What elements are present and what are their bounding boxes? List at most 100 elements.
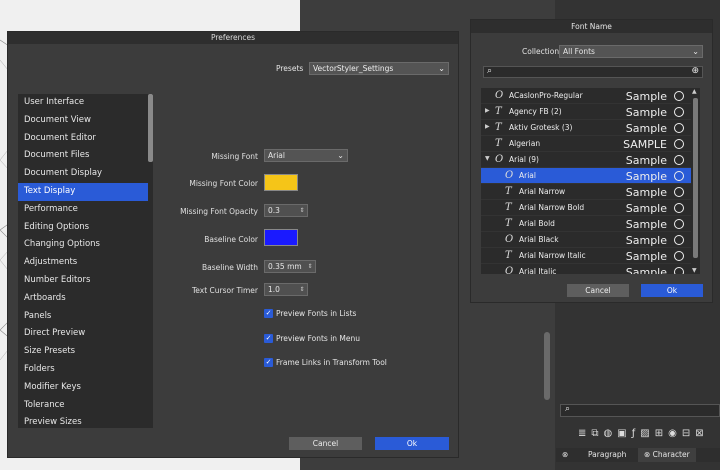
preferences-title: Preferences [8, 32, 458, 44]
radio-icon[interactable] [674, 203, 684, 213]
expand-icon[interactable]: ▶ [485, 107, 490, 114]
font-row[interactable]: T Arial Bold Sample [481, 216, 691, 232]
category-item[interactable]: Changing Options [18, 236, 148, 254]
radio-icon[interactable] [674, 219, 684, 229]
radio-icon[interactable] [674, 107, 684, 117]
font-row[interactable]: O ACaslonPro-Regular Sample [481, 88, 691, 104]
category-item[interactable]: Document Display [18, 165, 148, 183]
category-item[interactable]: Adjustments [18, 254, 148, 272]
panel-search-input[interactable]: ⌕ [560, 404, 720, 417]
category-item[interactable]: Artboards [18, 290, 148, 308]
font-type-icon: T [495, 138, 502, 149]
missing-font-select[interactable]: Arial ⌄ [264, 149, 348, 162]
camera-icon[interactable]: ◉ [668, 428, 677, 439]
font-type-icon: T [505, 218, 512, 229]
category-item[interactable]: Document View [18, 112, 148, 130]
radio-icon[interactable] [674, 123, 684, 133]
category-item[interactable]: Modifier Keys [18, 379, 148, 397]
close-icon[interactable]: ⊠ [695, 428, 703, 439]
function-icon[interactable]: ƒ [632, 428, 636, 439]
font-row[interactable]: ▶ T Aktiv Grotesk (3) Sample [481, 120, 691, 136]
preview-fonts-lists-checkbox[interactable]: ✓ Preview Fonts in Lists [264, 309, 356, 318]
radio-icon[interactable] [674, 139, 684, 149]
category-item[interactable]: Preview Sizes [18, 414, 148, 428]
expand-icon[interactable]: ▼ [485, 155, 490, 162]
symbol-icon[interactable]: ◍ [604, 428, 613, 439]
presets-select[interactable]: VectorStyler_Settings ⌄ [309, 62, 449, 75]
radio-icon[interactable] [674, 267, 684, 274]
scroll-up-icon[interactable]: ▲ [692, 88, 697, 95]
missing-font-color-swatch[interactable] [264, 174, 298, 191]
checkmark-icon: ✓ [264, 309, 273, 318]
radio-icon[interactable] [674, 251, 684, 261]
category-item[interactable]: Number Editors [18, 272, 148, 290]
cancel-button[interactable]: Cancel [289, 437, 362, 450]
font-name: Algerian [509, 139, 541, 148]
font-sample: Sample [625, 170, 667, 183]
radio-icon[interactable] [674, 171, 684, 181]
expand-icon[interactable]: ▶ [485, 123, 490, 130]
baseline-color-swatch[interactable] [264, 229, 298, 246]
missing-font-opacity-input[interactable]: 0.3 ⇕ [264, 204, 308, 217]
baseline-width-input[interactable]: 0.35 mm ⇕ [264, 260, 316, 273]
tab-character[interactable]: ⊗ Character [638, 448, 696, 462]
font-list-scrollbar[interactable]: ▲ ▼ [691, 88, 700, 274]
radio-icon[interactable] [674, 155, 684, 165]
font-row[interactable]: ▼ O Arial (9) Sample [481, 152, 691, 168]
collection-select[interactable]: All Fonts ⌄ [559, 45, 703, 58]
text-cursor-timer-input[interactable]: 1.0 ⇕ [264, 283, 308, 296]
radio-icon[interactable] [674, 235, 684, 245]
font-row[interactable]: T Arial Narrow Sample [481, 184, 691, 200]
copy-icon[interactable]: ⧉ [591, 428, 598, 439]
scrollbar-thumb[interactable] [148, 94, 153, 162]
font-type-icon: T [505, 186, 512, 197]
scroll-down-icon[interactable]: ▼ [692, 267, 697, 274]
category-item[interactable]: Editing Options [18, 219, 148, 237]
font-type-icon: O [505, 234, 514, 245]
workspace-scrollbar-thumb[interactable] [544, 332, 550, 400]
font-row[interactable]: T Arial Narrow Italic Sample [481, 248, 691, 264]
preview-fonts-menu-checkbox[interactable]: ✓ Preview Fonts in Menu [264, 334, 360, 343]
category-item[interactable]: Size Presets [18, 343, 148, 361]
font-row[interactable]: O Arial Sample [481, 168, 691, 184]
scrollbar-thumb[interactable] [693, 98, 698, 258]
font-list[interactable]: O ACaslonPro-Regular Sample ▶ T Agency FB (2)… [481, 88, 691, 274]
category-list[interactable]: User Interface Document View Document Edit… [18, 94, 148, 428]
category-item[interactable]: Document Files [18, 147, 148, 165]
category-item[interactable]: User Interface [18, 94, 148, 112]
font-row[interactable]: ▶ T Agency FB (2) Sample [481, 104, 691, 120]
font-search-input[interactable]: ⌕ ⊕ [483, 66, 703, 78]
font-type-icon: O [505, 170, 514, 181]
category-item[interactable]: Text Display [18, 182, 148, 201]
close-tab-icon[interactable]: ⊗ [556, 448, 574, 462]
font-cancel-button[interactable]: Cancel [567, 284, 629, 297]
stack-icon[interactable]: ≣ [578, 428, 586, 439]
frame-links-checkbox[interactable]: ✓ Frame Links in Transform Tool [264, 358, 387, 367]
category-item[interactable]: Performance [18, 201, 148, 219]
category-item[interactable]: Direct Preview [18, 325, 148, 343]
font-row[interactable]: T Arial Narrow Bold Sample [481, 200, 691, 216]
radio-icon[interactable] [674, 187, 684, 197]
stepper-icon[interactable]: ⇕ [298, 206, 306, 215]
category-scrollbar[interactable] [148, 94, 153, 428]
category-item[interactable]: Folders [18, 361, 148, 379]
stepper-icon[interactable]: ⇕ [298, 285, 306, 294]
font-row[interactable]: O Arial Black Sample [481, 232, 691, 248]
image-icon[interactable]: ▨ [640, 428, 649, 439]
font-row[interactable]: O Arial Italic Sample [481, 264, 691, 274]
grid-icon[interactable]: ⊟ [682, 428, 690, 439]
font-name: Arial Bold [519, 219, 555, 228]
zoom-icon[interactable]: ⊕ [691, 66, 699, 76]
stamp-icon[interactable]: ⊞ [655, 428, 663, 439]
font-type-icon: T [495, 122, 502, 133]
category-item[interactable]: Panels [18, 308, 148, 326]
category-item[interactable]: Document Editor [18, 130, 148, 148]
tab-paragraph[interactable]: Paragraph [582, 448, 632, 462]
radio-icon[interactable] [674, 91, 684, 101]
stepper-icon[interactable]: ⇕ [306, 262, 314, 271]
frame-icon[interactable]: ▣ [617, 428, 626, 439]
font-row[interactable]: T Algerian SAMPLE [481, 136, 691, 152]
ok-button[interactable]: Ok [375, 437, 449, 450]
category-item[interactable]: Tolerance [18, 397, 148, 415]
font-ok-button[interactable]: Ok [641, 284, 703, 297]
